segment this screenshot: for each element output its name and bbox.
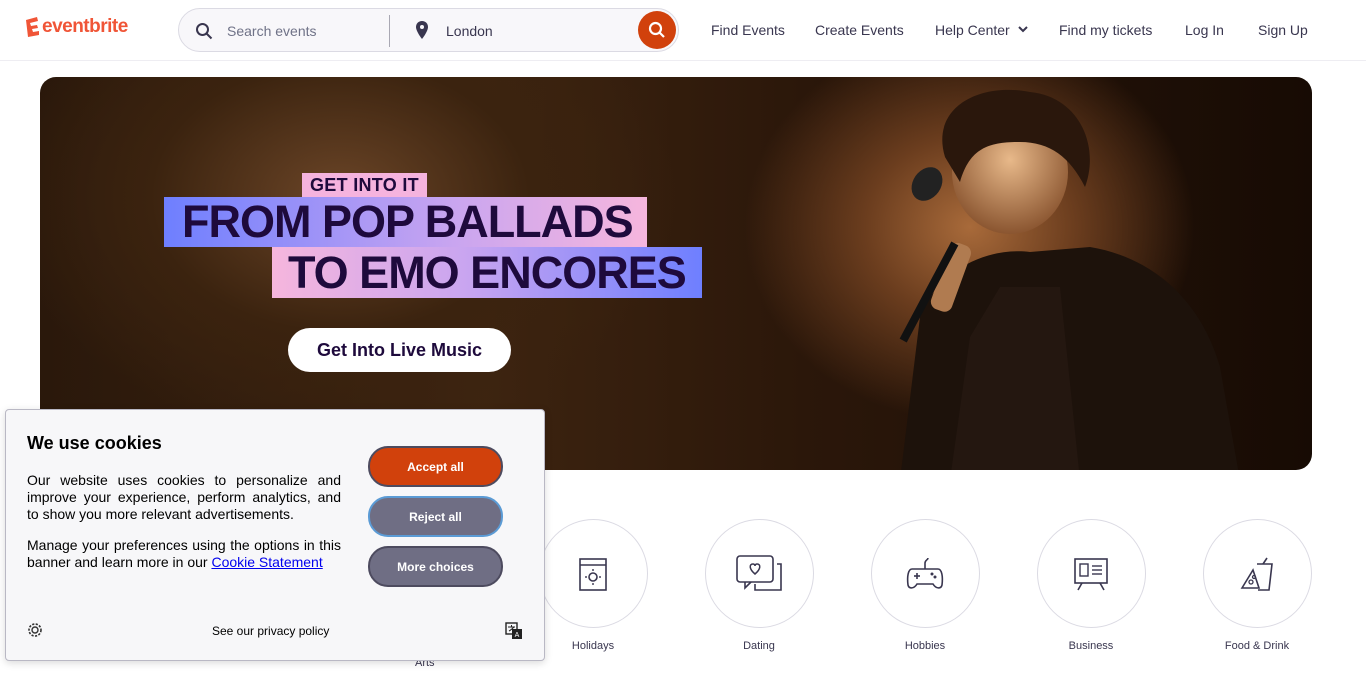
- chat-heart-icon: [736, 554, 782, 591]
- cookie-description: Our website uses cookies to personalize …: [27, 472, 341, 522]
- category-label: Business: [1068, 640, 1114, 652]
- nav-find-events[interactable]: Find Events: [711, 22, 785, 38]
- nav-help-center[interactable]: Help Center: [935, 22, 1010, 38]
- category-label: Hobbies: [904, 640, 946, 652]
- svg-text:A: A: [515, 632, 520, 639]
- search-divider: [389, 15, 390, 47]
- location-pin-icon: [416, 21, 428, 39]
- cookie-banner: We use cookies Our website uses cookies …: [5, 409, 545, 661]
- calendar-sun-icon: [579, 557, 607, 591]
- location-input[interactable]: London: [446, 23, 493, 39]
- eventbrite-logo[interactable]: eventbrite: [24, 16, 128, 38]
- pizza-drink-icon: [1240, 557, 1273, 591]
- search-input[interactable]: Search events: [227, 23, 317, 39]
- logo-text: eventbrite: [42, 16, 128, 37]
- hero-headline-line2: TO EMO ENCORES: [272, 247, 702, 298]
- cookie-title: We use cookies: [27, 433, 162, 453]
- presentation-board-icon: [1074, 557, 1108, 590]
- top-header: eventbrite Search events London Find Eve…: [0, 0, 1366, 61]
- chevron-down-icon[interactable]: [1018, 26, 1028, 33]
- accept-all-button[interactable]: Accept all: [368, 446, 503, 487]
- hero-tag: GET INTO IT: [302, 173, 427, 197]
- cookie-statement-link[interactable]: Cookie Statement: [211, 554, 322, 570]
- eventbrite-logo-icon: [26, 17, 39, 37]
- category-label: Dating: [743, 640, 775, 652]
- more-choices-button[interactable]: More choices: [368, 546, 503, 587]
- translate-icon[interactable]: A: [505, 622, 523, 640]
- nav-sign-up[interactable]: Sign Up: [1258, 22, 1308, 38]
- category-dating[interactable]: Dating: [704, 519, 814, 652]
- category-hobbies[interactable]: Hobbies: [870, 519, 980, 652]
- nav-find-my-tickets[interactable]: Find my tickets: [1059, 22, 1152, 38]
- search-icon: [196, 23, 213, 40]
- nav-create-events[interactable]: Create Events: [815, 22, 904, 38]
- cookie-manage-text: Manage your preferences using the option…: [27, 537, 341, 571]
- hero-headline-line1: FROM POP BALLADS: [164, 197, 647, 247]
- category-food-drink[interactable]: Food & Drink: [1202, 519, 1312, 652]
- category-circle[interactable]: [1036, 519, 1146, 628]
- category-business[interactable]: Business: [1036, 519, 1146, 652]
- category-circle[interactable]: [538, 519, 648, 628]
- category-circle[interactable]: [870, 519, 980, 628]
- nav-log-in[interactable]: Log In: [1185, 22, 1224, 38]
- singer-photo: [899, 89, 1239, 470]
- search-bar[interactable]: Search events London: [178, 8, 679, 52]
- gamepad-icon: [906, 557, 944, 589]
- cookie-settings-icon[interactable]: [27, 622, 43, 638]
- category-circle[interactable]: [704, 519, 814, 628]
- category-label: Holidays: [571, 640, 615, 652]
- privacy-policy-link[interactable]: See our privacy policy: [212, 624, 329, 638]
- category-label: Food & Drink: [1224, 640, 1290, 652]
- hero-cta-button[interactable]: Get Into Live Music: [288, 328, 511, 372]
- search-submit-button[interactable]: [638, 11, 676, 49]
- search-icon: [648, 21, 665, 38]
- category-circle[interactable]: [1202, 519, 1312, 628]
- reject-all-button[interactable]: Reject all: [368, 496, 503, 537]
- category-holidays[interactable]: Holidays: [538, 519, 648, 652]
